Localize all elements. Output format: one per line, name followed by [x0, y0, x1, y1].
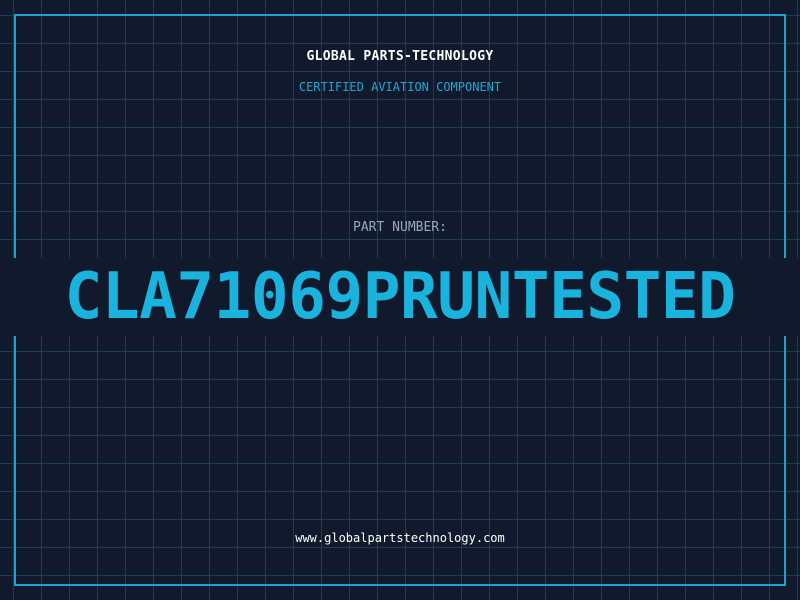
- part-number-label: PART NUMBER:: [353, 220, 447, 235]
- company-name: GLOBAL PARTS-TECHNOLOGY: [306, 49, 494, 64]
- tagline: CERTIFIED AVIATION COMPONENT: [298, 80, 502, 94]
- part-number-value: CLA71069PRUNTESTED: [64, 260, 736, 334]
- website-url: www.globalpartstechnology.com: [295, 531, 505, 545]
- label-canvas: GLOBAL PARTS-TECHNOLOGY CERTIFIED AVIATI…: [0, 0, 800, 600]
